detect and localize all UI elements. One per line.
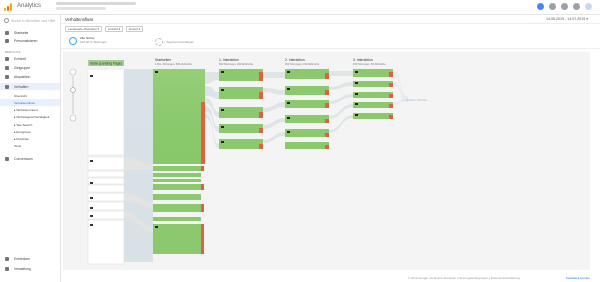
col-sub-1: 1 Mio. Sitzungen, 500 Abbrüche (155, 62, 192, 66)
acquisition-icon (5, 74, 9, 79)
gear-icon (5, 266, 9, 271)
segment-row: Alle Nutzer 100,00 % Sitzungen + Segment… (61, 34, 600, 49)
more-icon[interactable] (573, 3, 580, 10)
zoom-out-icon[interactable] (69, 114, 77, 122)
search-input[interactable]: Suche in Berichten und Hilfe (4, 17, 56, 24)
flows-2nd-to-3rd (329, 71, 353, 133)
sidebar-subitem-behavior-flow[interactable]: Verhaltensfluss (0, 99, 60, 106)
report-header: Verhaltensfluss 14.06.2019 - 14.07.2019 … (61, 15, 600, 24)
sidebar-item-customize[interactable]: Personalisieren (0, 37, 60, 44)
sidebar-subitem-overview[interactable]: Übersicht (0, 92, 60, 99)
flows-1st-to-2nd (263, 72, 285, 143)
lightbulb-icon (5, 256, 9, 261)
date-range-picker[interactable]: 14.06.2019 - 14.07.2019 ▾ (546, 17, 588, 21)
sidebar-subitem-site-search[interactable]: ▸ Site Search (0, 121, 60, 128)
flows-start-to-1st (205, 72, 219, 148)
zoom-slider[interactable] (69, 68, 77, 122)
flow-diagram: Seite (Landing Page) Startseiten 1 Mio. … (69, 58, 427, 265)
account-selector[interactable] (56, 2, 136, 5)
more-steps-link[interactable]: + Weitere Schritte (403, 98, 427, 102)
start-dropoff-bar (201, 102, 205, 164)
col-header-1: Startseiten (155, 58, 171, 62)
clock-icon (5, 56, 9, 61)
reports-section-label: BERICHTE (5, 50, 21, 54)
start-page-nodes[interactable] (153, 69, 205, 254)
segment-label[interactable]: Alle Nutzer 100,00 % Sitzungen (80, 36, 107, 44)
col-header-2: 1. Interaktion (219, 58, 239, 62)
help-icon[interactable] (561, 3, 568, 10)
sidebar-subitem-experiments[interactable]: Tests (0, 142, 60, 149)
col-header-0: Seite (Landing Page) (90, 61, 122, 65)
send-feedback-link[interactable]: Feedback senden (566, 276, 590, 280)
sidebar-subitem-site-speed[interactable]: ▸ Websitegeschwindigkeit (0, 113, 60, 120)
sidebar-item-audience[interactable]: Zielgruppe (0, 64, 60, 71)
sidebar-item-behavior[interactable]: Verhalten (0, 83, 60, 90)
sidebar-subitem-publisher[interactable]: ▸ Publisher (0, 135, 60, 142)
sidebar-item-acquisition[interactable]: Akquisition (0, 73, 60, 80)
sidebar: Suche in Berichten und Hilfe Startseite … (0, 15, 61, 282)
zoom-in-icon[interactable] (69, 68, 77, 76)
analytics-logo-icon[interactable] (4, 3, 13, 11)
home-icon (5, 30, 9, 35)
sidebar-item-home[interactable]: Startseite (0, 29, 60, 36)
sidebar-item-conversions[interactable]: Conversions (0, 155, 60, 162)
behavior-icon (5, 84, 9, 89)
apps-icon[interactable] (549, 3, 556, 10)
view-dropdown[interactable]: Ansicht ▾ (105, 26, 124, 32)
landing-page-nodes[interactable] (87, 68, 125, 265)
page-title: Verhaltensfluss (65, 17, 94, 22)
export-dropdown[interactable]: Export ▾ (126, 26, 144, 32)
col-header-4: 3. Interaktion (353, 58, 373, 62)
interaction-3-nodes[interactable] (353, 69, 393, 119)
sidebar-item-admin[interactable]: Verwaltung (0, 265, 60, 272)
interaction-2-nodes[interactable] (285, 69, 329, 149)
footer: © 2019 Google | Analytics-Startseite | N… (61, 272, 600, 282)
sidebar-item-discover[interactable]: Entdecken (0, 255, 60, 262)
behavior-flow-canvas[interactable]: Seite (Landing Page) Startseiten 1 Mio. … (63, 52, 590, 270)
account-selector-sub[interactable] (56, 7, 106, 10)
col-sub-4: 150 Sitzungen, 60 Abbrüche (353, 62, 386, 66)
notifications-icon[interactable] (537, 3, 544, 10)
avatar[interactable] (585, 3, 592, 10)
col-sub-3: 300 Sitzungen, 150 Abbrüche (285, 62, 320, 66)
top-bar: Analytics (0, 0, 600, 15)
sidebar-subitem-site-content[interactable]: ▸ Websitecontent (0, 106, 60, 113)
sidebar-item-realtime[interactable]: Echtzeit (0, 55, 60, 62)
add-segment-circle[interactable] (155, 38, 163, 46)
search-icon (4, 18, 9, 23)
flows-landing-to-start (124, 69, 153, 262)
sidebar-subitem-events[interactable]: ▸ Ereignisse (0, 128, 60, 135)
person-icon (5, 65, 9, 70)
customize-icon (5, 38, 9, 43)
landing-page-dropdown[interactable]: Landeseite (Zielseite) ▾ (65, 26, 103, 32)
add-segment-button[interactable]: + Segment hinzufügen (164, 40, 194, 44)
report-controls: Landeseite (Zielseite) ▾ Ansicht ▾ Expor… (61, 26, 144, 32)
interaction-1-nodes[interactable] (219, 69, 263, 149)
flag-icon (5, 156, 9, 161)
footer-copyright: © 2019 Google | Analytics-Startseite | N… (407, 276, 520, 280)
segment-indicator[interactable] (69, 37, 77, 45)
col-sub-2: 500 Sitzungen, 200 Abbrüche (219, 62, 254, 66)
zoom-handle[interactable] (70, 87, 76, 93)
col-header-3: 2. Interaktion (285, 58, 305, 62)
app-title: Analytics (17, 3, 42, 9)
